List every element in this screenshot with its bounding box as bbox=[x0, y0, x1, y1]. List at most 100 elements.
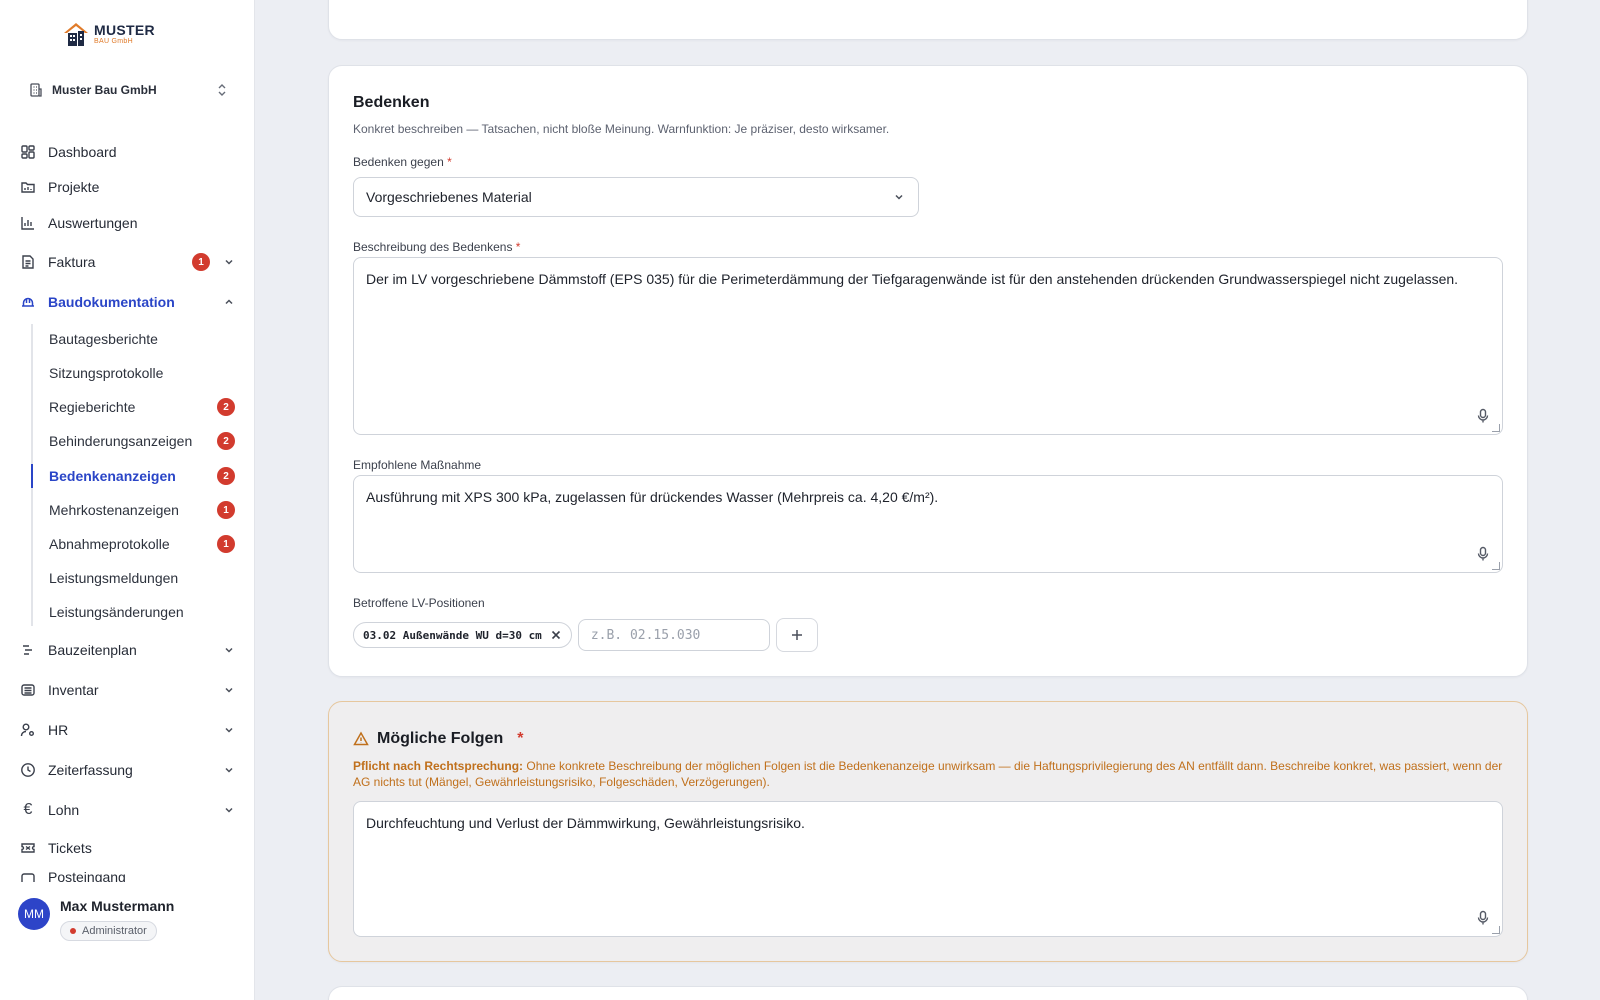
next-section-card bbox=[328, 986, 1528, 1000]
nav-item-dashboard[interactable]: Dashboard bbox=[20, 138, 236, 166]
folgen-textarea[interactable]: Durchfeuchtung und Verlust der Dämmwirku… bbox=[353, 801, 1503, 937]
nav-item-tickets[interactable]: Tickets bbox=[20, 834, 236, 862]
notification-badge: 2 bbox=[217, 398, 235, 416]
nav-label: Dashboard bbox=[48, 144, 117, 160]
microphone-icon[interactable] bbox=[1476, 408, 1490, 424]
title-text: Mögliche Folgen bbox=[377, 730, 504, 747]
sub-item-abnahmeprotokolle[interactable]: Abnahmeprotokolle 1 bbox=[49, 532, 235, 556]
warning-body: Ohne konkrete Beschreibung der möglichen… bbox=[353, 759, 1503, 790]
moegliche-folgen-card: Mögliche Folgen * Pflicht nach Rechtspre… bbox=[328, 701, 1528, 962]
sub-item-leistungsmeldungen[interactable]: Leistungsmeldungen bbox=[49, 566, 235, 590]
nav-item-faktura[interactable]: Faktura 1 bbox=[20, 248, 236, 276]
microphone-icon[interactable] bbox=[1476, 910, 1490, 926]
resize-handle-icon[interactable] bbox=[1492, 562, 1500, 570]
sub-item-label: Abnahmeprotokolle bbox=[49, 536, 170, 552]
bar-chart-icon bbox=[20, 215, 36, 231]
massnahme-textarea[interactable]: Ausführung mit XPS 300 kPa, zugelassen f… bbox=[353, 475, 1503, 573]
euro-icon: € bbox=[23, 801, 33, 818]
sub-item-label: Regieberichte bbox=[49, 399, 136, 415]
bedenken-gegen-label: Bedenken gegen * bbox=[353, 155, 452, 169]
required-marker: * bbox=[517, 730, 524, 747]
nav-label: Baudokumentation bbox=[48, 294, 175, 310]
chevron-down-icon bbox=[222, 643, 236, 657]
chevron-up-down-icon bbox=[218, 84, 226, 96]
logo-wordmark: MUSTER bbox=[94, 22, 155, 38]
chevron-down-icon bbox=[222, 723, 236, 737]
required-marker: * bbox=[515, 240, 521, 254]
resize-handle-icon[interactable] bbox=[1492, 926, 1500, 934]
nav-item-baudokumentation[interactable]: Baudokumentation bbox=[20, 288, 236, 316]
nav-label: Posteingang bbox=[48, 869, 126, 882]
lv-positionen-field: 03.02 Außenwände WU d=30 cm bbox=[353, 618, 818, 652]
clock-icon bbox=[20, 762, 36, 778]
chevron-down-icon bbox=[892, 190, 906, 204]
company-switcher[interactable]: Muster Bau GmbH bbox=[28, 78, 228, 102]
add-lv-position-button[interactable] bbox=[775, 618, 818, 652]
logo-subline: BAU GmbH bbox=[94, 38, 133, 45]
sub-item-label: Mehrkostenanzeigen bbox=[49, 502, 179, 518]
sub-item-behinderungsanzeigen[interactable]: Behinderungsanzeigen 2 bbox=[49, 429, 235, 453]
sub-item-label: Sitzungsprotokolle bbox=[49, 365, 164, 381]
nav-label: Inventar bbox=[48, 682, 99, 698]
user-name: Max Mustermann bbox=[60, 898, 175, 914]
house-logo-icon bbox=[64, 23, 88, 46]
bedenken-gegen-select[interactable]: Vorgeschriebenes Material bbox=[353, 177, 919, 217]
sub-item-mehrkostenanzeigen[interactable]: Mehrkostenanzeigen 1 bbox=[49, 498, 235, 522]
sub-item-bedenkenanzeigen[interactable]: Bedenkenanzeigen 2 bbox=[49, 464, 235, 488]
plus-icon bbox=[791, 630, 802, 640]
lv-position-input[interactable] bbox=[577, 619, 770, 651]
folder-icon bbox=[20, 179, 36, 195]
chevron-down-icon bbox=[222, 683, 236, 697]
label-text: Bedenken gegen bbox=[353, 155, 444, 169]
warning-triangle-icon bbox=[353, 731, 369, 746]
nav-item-projekte[interactable]: Projekte bbox=[20, 173, 236, 201]
user-profile[interactable]: MM Max Mustermann Administrator bbox=[18, 898, 174, 941]
nav-label: Auswertungen bbox=[48, 215, 138, 231]
notification-badge: 1 bbox=[217, 535, 235, 553]
nav-item-hr[interactable]: HR bbox=[20, 716, 236, 744]
nav-item-bauzeitenplan[interactable]: Bauzeitenplan bbox=[20, 636, 236, 664]
nav-item-posteingang[interactable]: Posteingang bbox=[20, 864, 236, 882]
tag-label: 03.02 Außenwände WU d=30 cm bbox=[363, 628, 542, 642]
nav-item-zeiterfassung[interactable]: Zeiterfassung bbox=[20, 756, 236, 784]
textarea-value: Ausführung mit XPS 300 kPa, zugelassen f… bbox=[366, 489, 939, 505]
microphone-icon[interactable] bbox=[1476, 546, 1490, 562]
sub-item-bautagesberichte[interactable]: Bautagesberichte bbox=[49, 327, 235, 351]
nav-label: Lohn bbox=[48, 802, 80, 818]
warning-strong: Pflicht nach Rechtsprechung: bbox=[353, 759, 524, 773]
sub-item-label: Bedenkenanzeigen bbox=[49, 468, 176, 484]
nav-label: Projekte bbox=[48, 179, 100, 195]
sub-item-regieberichte[interactable]: Regieberichte 2 bbox=[49, 395, 235, 419]
sub-item-label: Leistungsmeldungen bbox=[49, 570, 179, 586]
section-title: Bedenken bbox=[353, 94, 430, 111]
chevron-down-icon bbox=[222, 803, 236, 817]
chevron-down-icon bbox=[222, 255, 236, 269]
resize-handle-icon[interactable] bbox=[1492, 424, 1500, 432]
sub-item-sitzungsprotokolle[interactable]: Sitzungsprotokolle bbox=[49, 361, 235, 385]
invoice-icon bbox=[20, 254, 36, 270]
nav-label: Tickets bbox=[48, 840, 92, 856]
nav-item-lohn[interactable]: € Lohn bbox=[20, 796, 236, 824]
section-help-text: Konkret beschreiben — Tatsachen, nicht b… bbox=[353, 122, 890, 136]
submenu-active-indicator bbox=[31, 464, 33, 488]
chevron-up-icon bbox=[222, 295, 236, 309]
avatar: MM bbox=[18, 898, 50, 930]
status-dot bbox=[70, 928, 76, 934]
nav-item-inventar[interactable]: Inventar bbox=[20, 676, 236, 704]
select-value: Vorgeschriebenes Material bbox=[366, 189, 532, 205]
nav-label: Faktura bbox=[48, 254, 96, 270]
required-marker: * bbox=[447, 155, 452, 169]
role-badge: Administrator bbox=[60, 921, 157, 941]
sub-item-label: Leistungsänderungen bbox=[49, 604, 184, 620]
company-name: Muster Bau GmbH bbox=[52, 83, 157, 97]
notification-badge: 2 bbox=[217, 432, 235, 450]
sub-item-label: Bautagesberichte bbox=[49, 331, 158, 347]
beschreibung-textarea[interactable]: Der im LV vorgeschriebene Dämmstoff (EPS… bbox=[353, 257, 1503, 435]
lv-positionen-label: Betroffene LV-Positionen bbox=[353, 596, 485, 610]
sub-item-leistungsaenderungen[interactable]: Leistungsänderungen bbox=[49, 600, 235, 624]
nav-item-auswertungen[interactable]: Auswertungen bbox=[20, 209, 236, 237]
sub-item-label: Behinderungsanzeigen bbox=[49, 433, 193, 449]
close-icon[interactable] bbox=[550, 629, 562, 641]
textarea-value: Durchfeuchtung und Verlust der Dämmwirku… bbox=[366, 815, 805, 831]
company-logo[interactable]: MUSTER BAU GmbH bbox=[62, 20, 155, 48]
